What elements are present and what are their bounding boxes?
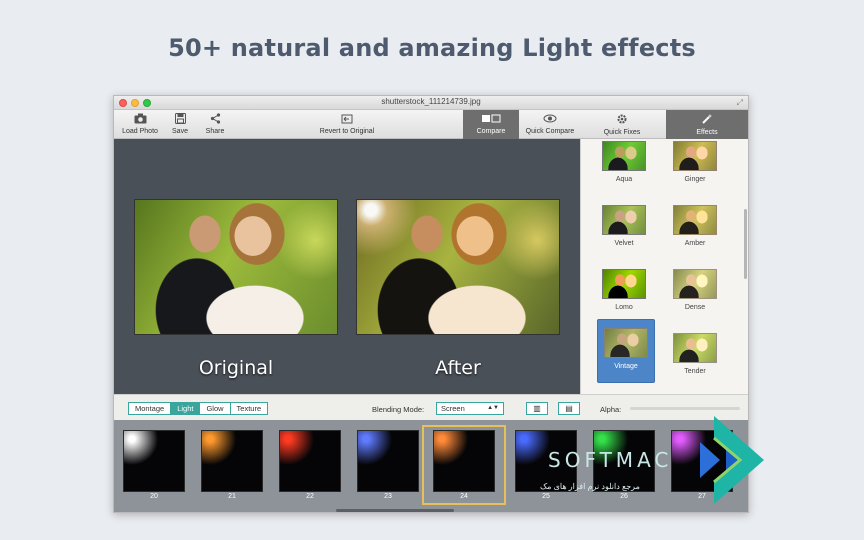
stepper-arrows-icon: ▲▼: [487, 405, 499, 411]
compare-button[interactable]: Compare: [463, 110, 519, 139]
effect-thumbnail: [673, 269, 717, 299]
effect-item-tender[interactable]: Tender: [666, 325, 724, 389]
magic-wand-icon: [666, 113, 748, 129]
alpha-label: Alpha:: [600, 405, 622, 414]
original-photo: [134, 199, 338, 335]
light-effect-item-22[interactable]: 22: [278, 429, 342, 501]
light-effect-number: 21: [228, 493, 236, 500]
load-photo-label: Load Photo: [122, 128, 158, 135]
share-button[interactable]: Share: [202, 113, 228, 135]
page-headline: 50+ natural and amazing Light effects: [168, 34, 696, 62]
revert-icon: [314, 113, 380, 128]
effect-label: Velvet: [614, 240, 634, 247]
title-bar: shutterstock_111214739.jpg ⤢: [114, 96, 748, 110]
effect-thumbnail: [673, 141, 717, 171]
effect-item-amber[interactable]: Amber: [666, 197, 724, 261]
gear-icon: [594, 113, 650, 129]
filmstrip-scrollbar[interactable]: [336, 509, 454, 512]
light-effect-thumbnail: [201, 430, 263, 492]
alpha-slider[interactable]: [630, 407, 740, 410]
revert-button[interactable]: Revert to Original: [314, 113, 380, 135]
watermark-brand: SOFTMAC: [548, 448, 673, 472]
quick-fixes-button[interactable]: Quick Fixes: [594, 113, 650, 136]
light-effect-thumbnail: [357, 430, 419, 492]
original-caption: Original: [198, 357, 274, 379]
share-icon: [202, 113, 228, 128]
effect-item-lomo[interactable]: Lomo: [595, 261, 653, 325]
share-label: Share: [205, 128, 225, 135]
blending-mode-value: Screen: [441, 404, 465, 413]
light-effect-number: 26: [620, 493, 628, 500]
effect-label: Dense: [684, 304, 706, 311]
light-effect-number: 22: [306, 493, 314, 500]
effects-label: Effects: [696, 129, 718, 136]
window-title: shutterstock_111214739.jpg: [381, 97, 481, 106]
light-effect-item-21[interactable]: 21: [200, 429, 264, 501]
revert-label: Revert to Original: [319, 128, 375, 135]
light-effect-number: 24: [460, 493, 468, 500]
effect-thumbnail: [604, 328, 648, 358]
save-icon: [168, 113, 192, 128]
save-label: Save: [172, 128, 188, 135]
effect-thumbnail: [602, 269, 646, 299]
effect-thumbnail: [602, 205, 646, 235]
save-button[interactable]: Save: [168, 113, 192, 135]
light-effect-item-20[interactable]: 20: [122, 429, 186, 501]
effect-item-aqua[interactable]: Aqua: [595, 139, 653, 197]
tab-texture[interactable]: Texture: [230, 403, 268, 414]
tab-light[interactable]: Light: [171, 403, 201, 414]
light-effect-thumbnail: [433, 430, 495, 492]
comparison-canvas: Original After: [114, 139, 580, 394]
after-photo: [356, 199, 560, 335]
light-effect-item-24[interactable]: 24: [422, 425, 506, 505]
effect-thumbnail: [673, 205, 717, 235]
effect-label: Ginger: [684, 176, 706, 183]
tab-glow[interactable]: Glow: [200, 403, 231, 414]
quick-compare-label: Quick Compare: [525, 128, 575, 135]
light-effect-thumbnail: [279, 430, 341, 492]
split-view-button[interactable]: ▥: [526, 402, 548, 415]
light-effect-thumbnail: [123, 430, 185, 492]
effects-panel: Aqua Ginger Velvet Amber Lomo Dense Vint…: [580, 139, 748, 394]
light-effect-number: 25: [542, 493, 550, 500]
load-photo-button[interactable]: Load Photo: [120, 113, 160, 135]
stack-view-button[interactable]: ▤: [558, 402, 580, 415]
effect-label: Lomo: [615, 304, 633, 311]
watermark-tagline: مرجع دانلود نرم افزار های مک: [540, 482, 640, 491]
light-effect-number: 23: [384, 493, 392, 500]
softmac-logo-icon: [700, 416, 764, 504]
compare-icon: [463, 113, 519, 128]
effect-item-velvet[interactable]: Velvet: [595, 197, 653, 261]
blending-mode-select[interactable]: Screen ▲▼: [436, 402, 504, 415]
effect-label: Vintage: [614, 363, 638, 370]
after-caption: After: [435, 357, 481, 379]
effect-label: Aqua: [615, 176, 633, 183]
effects-button[interactable]: Effects: [666, 110, 748, 139]
category-tabs: Montage Light Glow Texture: [128, 402, 269, 415]
effect-item-ginger[interactable]: Ginger: [666, 139, 724, 197]
effect-label: Tender: [684, 368, 706, 375]
tab-montage[interactable]: Montage: [129, 403, 172, 414]
control-bar: Montage Light Glow Texture Blending Mode…: [114, 394, 748, 420]
eye-icon: [519, 113, 581, 128]
camera-icon: [120, 113, 160, 128]
compare-label: Compare: [476, 128, 506, 135]
toolbar: Load Photo Save Share Revert to Original…: [114, 110, 748, 139]
light-effect-number: 20: [150, 493, 158, 500]
effect-item-vintage[interactable]: Vintage: [597, 319, 655, 383]
effects-scrollbar[interactable]: [744, 209, 747, 279]
split-vertical-icon: ▥: [533, 404, 541, 413]
effect-item-dense[interactable]: Dense: [666, 261, 724, 325]
quick-fixes-label: Quick Fixes: [603, 129, 641, 136]
fullscreen-icon[interactable]: ⤢: [737, 98, 743, 108]
effect-thumbnail: [673, 333, 717, 363]
quick-compare-button[interactable]: Quick Compare: [519, 113, 581, 135]
split-horizontal-icon: ▤: [565, 404, 573, 413]
blending-mode-label: Blending Mode:: [372, 405, 425, 414]
effect-label: Amber: [684, 240, 706, 247]
effect-thumbnail: [602, 141, 646, 171]
light-effect-item-23[interactable]: 23: [356, 429, 420, 501]
